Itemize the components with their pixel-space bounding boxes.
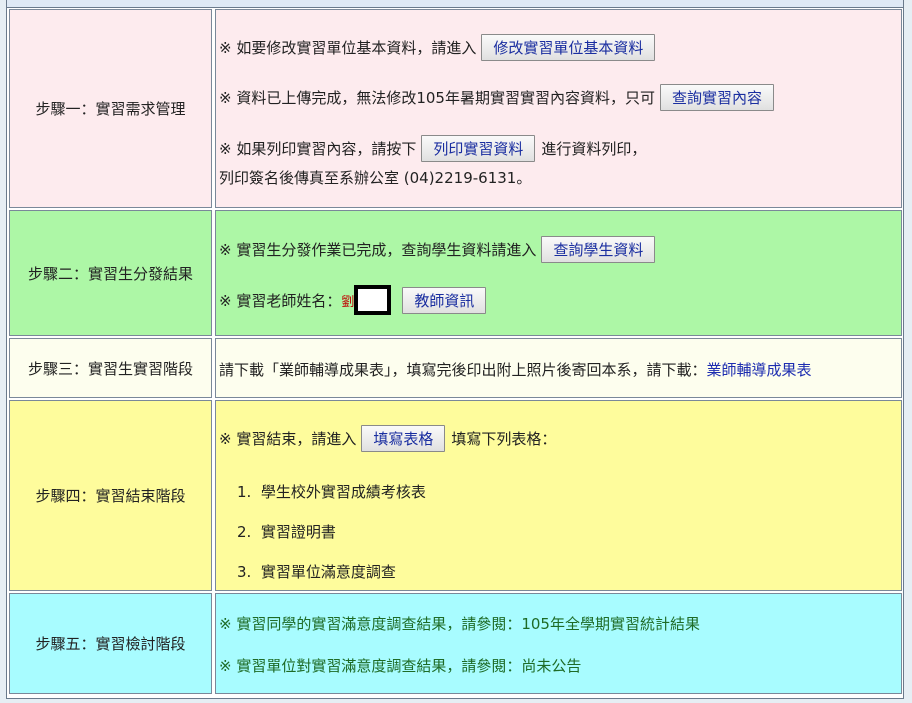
content-line: ※ 資料已上傳完成，無法修改105年暑期實習實習內容資料，只可 查詢實習內容 [219,84,780,111]
step-content-1: ※ 如要修改實習單位基本資料，請進入 修改實習單位基本資料 ※ 資料已上傳完成，… [215,9,902,208]
instruction-text: ※ 實習單位對實習滿意度調查結果，請參閱： [219,657,522,675]
list-item: 1. 學生校外實習成績考核表 [237,481,426,502]
instruction-text: ※ 實習老師姓名： [219,291,342,310]
content-line: 列印簽名後傳真至系辦公室 (04)2219-6131。 [219,167,531,188]
teacher-name-redaction [354,285,392,315]
fill-form-button[interactable]: 填寫表格 [361,425,446,452]
step-content-4: ※ 實習結束，請進入 填寫表格 填寫下列表格： 1. 學生校外實習成績考核表 2… [215,400,902,591]
instruction-text: ※ 資料已上傳完成，無法修改105年暑期實習實習內容資料，只可 [219,89,655,107]
content-line: ※ 實習同學的實習滿意度調查結果，請參閱： 105年全學期實習統計結果 [219,613,700,634]
step-title-4: 步驟四：實習結束階段 [9,400,212,591]
instruction-text: ※ 如要修改實習單位基本資料，請進入 [219,39,477,57]
statistics-result-link[interactable]: 105年全學期實習統計結果 [521,613,700,634]
step-title-2: 步驟二：實習生分發結果 [9,210,212,336]
content-line: ※ 實習結束，請進入 填寫表格 填寫下列表格： [219,425,556,452]
step-title-label: 步驟二：實習生分發結果 [27,264,193,283]
step-row-1: 步驟一：實習需求管理 ※ 如要修改實習單位基本資料，請進入 修改實習單位基本資料… [9,9,902,208]
list-item-label: 實習單位滿意度調查 [260,563,396,581]
instruction-text: 請下載「業師輔導成果表」，填寫完後印出附上照片後寄回本系，請下載： [219,361,707,379]
step-title-5: 步驟五：實習檢討階段 [9,593,212,694]
not-yet-announced-text: 尚未公告 [521,657,582,675]
instruction-text: ※ 實習結束，請進入 [219,430,357,448]
instruction-text: ※ 實習同學的實習滿意度調查結果，請參閱： [219,615,522,633]
content-line: ※ 如要修改實習單位基本資料，請進入 修改實習單位基本資料 [219,34,661,61]
edit-unit-info-button[interactable]: 修改實習單位基本資料 [481,34,656,61]
instruction-text: 進行資料列印， [541,140,647,158]
list-item-label: 實習證明書 [260,523,336,541]
step-content-3: 請下載「業師輔導成果表」，填寫完後印出附上照片後寄回本系，請下載： 業師輔導成果… [215,338,902,398]
step-title-3: 步驟三：實習生實習階段 [9,338,212,398]
content-line: ※ 實習單位對實習滿意度調查結果，請參閱： 尚未公告 [219,655,581,676]
query-student-data-button[interactable]: 查詢學生資料 [541,236,656,263]
teacher-info-button[interactable]: 教師資訊 [402,286,487,314]
list-number: 2. [237,522,261,541]
step-content-5: ※ 實習同學的實習滿意度調查結果，請參閱： 105年全學期實習統計結果 ※ 實習… [215,593,902,694]
content-line: ※ 實習老師姓名： 劉 教師資訊 [219,285,492,315]
content-line: ※ 如果列印實習內容，請按下 列印實習資料 進行資料列印， [219,135,646,162]
instruction-text: 填寫下列表格： [451,430,557,448]
step-title-label: 步驟四：實習結束階段 [35,487,186,505]
list-item-label: 學生校外實習成績考核表 [260,483,426,501]
top-border [7,0,903,8]
content-line: 請下載「業師輔導成果表」，填寫完後印出附上照片後寄回本系，請下載： 業師輔導成果… [219,359,812,380]
instruction-text: ※ 實習生分發作業已完成，查詢學生資料請進入 [219,241,537,259]
teacher-name: 劉 [341,294,355,310]
query-internship-content-button[interactable]: 查詢實習內容 [659,84,774,111]
list-number: 3. [237,562,261,581]
print-internship-data-button[interactable]: 列印實習資料 [421,135,536,162]
step-row-2: 步驟二：實習生分發結果 ※ 實習生分發作業已完成，查詢學生資料請進入 查詢學生資… [9,210,902,336]
step-row-3: 步驟三：實習生實習階段 請下載「業師輔導成果表」，填寫完後印出附上照片後寄回本系… [9,338,902,398]
content-line: ※ 實習生分發作業已完成，查詢學生資料請進入 查詢學生資料 [219,236,661,263]
step-title-label: 步驟五：實習檢討階段 [35,635,186,653]
list-number: 1. [237,482,261,501]
step-row-5: 步驟五：實習檢討階段 ※ 實習同學的實習滿意度調查結果，請參閱： 105年全學期… [9,593,902,694]
instruction-text: ※ 如果列印實習內容，請按下 [219,140,417,158]
list-item: 2. 實習證明書 [237,521,336,542]
step-title-label: 步驟三：實習生實習階段 [27,359,193,378]
step-title-label: 步驟一：實習需求管理 [35,100,186,118]
step-content-2: ※ 實習生分發作業已完成，查詢學生資料請進入 查詢學生資料 ※ 實習老師姓名： … [215,210,902,336]
step-title-1: 步驟一：實習需求管理 [9,9,212,208]
step-row-4: 步驟四：實習結束階段 ※ 實習結束，請進入 填寫表格 填寫下列表格： 1. 學生… [9,400,902,591]
list-item: 3. 實習單位滿意度調查 [237,561,396,582]
mentor-result-form-link[interactable]: 業師輔導成果表 [707,359,812,380]
fax-instruction-text: 列印簽名後傳真至系辦公室 (04)2219-6131。 [219,169,532,187]
